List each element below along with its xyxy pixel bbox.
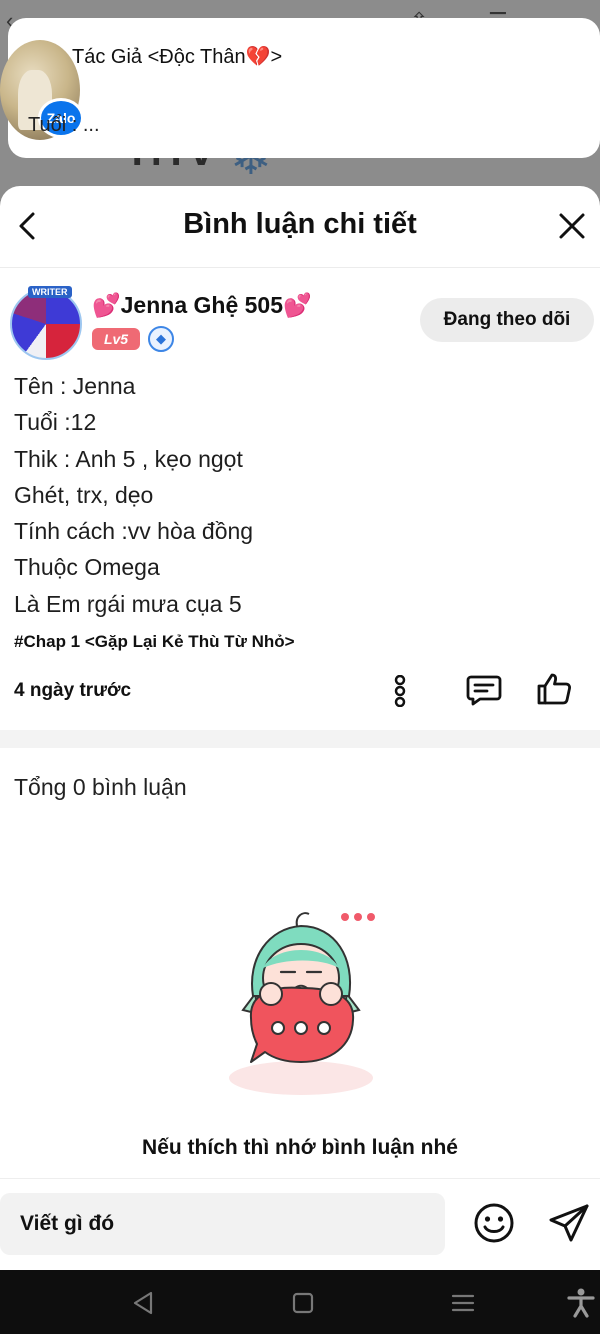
notification-body: Tuổi : ... bbox=[28, 114, 100, 136]
comment-input[interactable] bbox=[0, 1193, 445, 1255]
close-icon bbox=[559, 213, 585, 239]
comment-button[interactable] bbox=[464, 672, 504, 708]
author-name[interactable]: 💕Jenna Ghệ 505💕 bbox=[92, 292, 312, 319]
post-line: Tuổi :12 bbox=[14, 409, 97, 436]
post-timestamp: 4 ngày trước bbox=[14, 680, 132, 702]
empty-comments-illustration bbox=[229, 912, 375, 1095]
accessibility-button[interactable] bbox=[566, 1288, 596, 1318]
post-body: Tên : Jenna Tuổi :12 Thik : Anh 5 , kẹo … bbox=[0, 368, 600, 652]
system-navigation-bar bbox=[0, 1270, 600, 1334]
triangle-back-icon bbox=[133, 1291, 153, 1315]
verified-icon: ◆ bbox=[148, 326, 174, 352]
emoji-button[interactable] bbox=[472, 1201, 516, 1245]
more-options-button[interactable] bbox=[386, 674, 414, 708]
follow-button[interactable]: Đang theo dõi bbox=[420, 298, 594, 342]
post-line: Là Em rgái mưa cụa 5 bbox=[14, 590, 242, 617]
sheet-header: Bình luận chi tiết bbox=[0, 186, 600, 268]
notification-toast[interactable]: Zalo Tác Giả <Độc Thân💔> Tuổi : ... bbox=[0, 18, 600, 158]
close-button[interactable] bbox=[556, 210, 588, 242]
post-line: Tính cách :vv hòa đồng bbox=[14, 518, 254, 545]
post-meta-row: 4 ngày trước bbox=[0, 662, 600, 724]
square-home-icon bbox=[292, 1292, 314, 1314]
author-avatar[interactable]: WRITER bbox=[10, 286, 82, 360]
author-row: WRITER 💕Jenna Ghệ 505💕 Lv5 ◆ Đang theo d… bbox=[0, 268, 600, 360]
send-button[interactable] bbox=[546, 1201, 592, 1245]
comment-icon bbox=[466, 675, 502, 706]
sheet-title: Bình luận chi tiết bbox=[183, 208, 417, 240]
chapter-tag-link[interactable]: #Chap 1 <Gặp Lại Kẻ Thù Từ Nhỏ> bbox=[14, 632, 586, 652]
send-icon bbox=[549, 1204, 589, 1242]
post-line: Tên : Jenna bbox=[14, 373, 136, 399]
comment-composer bbox=[0, 1178, 600, 1270]
post-line: Thuộc Omega bbox=[14, 554, 160, 581]
empty-comments-message: Nếu thích thì nhớ bình luận nhé bbox=[142, 1136, 458, 1159]
level-badge: Lv5 bbox=[92, 328, 140, 350]
like-button[interactable] bbox=[534, 670, 574, 708]
thumbs-up-icon bbox=[537, 673, 571, 705]
section-divider bbox=[0, 730, 600, 749]
nav-home-button[interactable] bbox=[288, 1288, 318, 1318]
more-vertical-icon bbox=[394, 675, 406, 708]
post-line: Ghét, trx, dẹo bbox=[14, 481, 154, 508]
comment-count: Tổng 0 bình luận bbox=[14, 774, 187, 801]
notification-title: Tác Giả <Độc Thân💔> bbox=[72, 46, 283, 68]
post-line: Thik : Anh 5 , kẹo ngọt bbox=[14, 445, 243, 472]
writer-tag: WRITER bbox=[28, 286, 72, 298]
nav-recents-button[interactable] bbox=[448, 1288, 478, 1318]
accessibility-icon bbox=[567, 1288, 595, 1318]
nav-back-button[interactable] bbox=[128, 1288, 158, 1318]
menu-lines-icon bbox=[451, 1294, 475, 1312]
smiley-icon bbox=[474, 1203, 514, 1243]
comment-detail-sheet: Bình luận chi tiết WRITER 💕Jenna Ghệ 505… bbox=[0, 186, 600, 1270]
